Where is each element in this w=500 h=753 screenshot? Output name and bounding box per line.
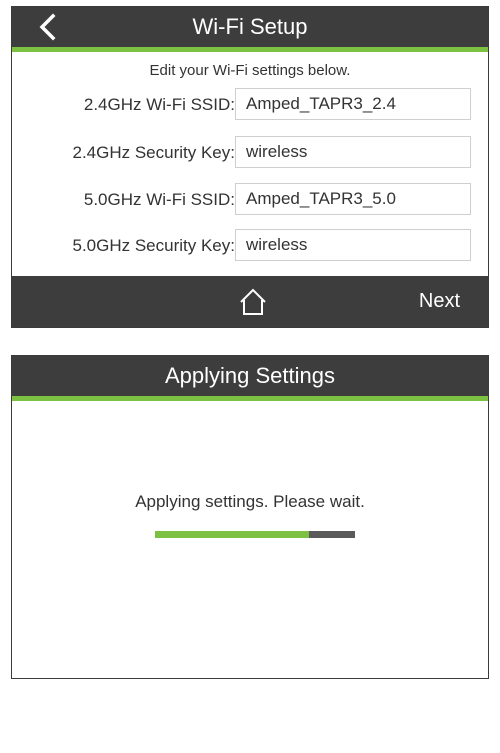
label-50-key: 5.0GHz Security Key: bbox=[72, 236, 235, 255]
input-50-key[interactable] bbox=[235, 229, 471, 261]
wifi-setup-header: Wi-Fi Setup bbox=[12, 7, 488, 52]
home-button[interactable] bbox=[237, 286, 269, 318]
label-24-ssid: 2.4GHz Wi-Fi SSID: bbox=[83, 95, 235, 114]
progress-bar bbox=[155, 531, 355, 538]
status-message: Applying settings. Please wait. bbox=[135, 492, 365, 511]
instructions-text: Edit your Wi-Fi settings below. bbox=[149, 62, 351, 79]
applying-title: Applying Settings bbox=[165, 363, 335, 388]
next-button[interactable]: Next bbox=[419, 276, 460, 327]
form-row-24-key: 2.4GHz Security Key: bbox=[12, 136, 488, 170]
form-row-50-key: 5.0GHz Security Key: bbox=[12, 229, 488, 263]
applying-settings-panel: Applying Settings Applying settings. Ple… bbox=[11, 355, 489, 679]
form-row-24-ssid: 2.4GHz Wi-Fi SSID: bbox=[12, 88, 488, 122]
page-title: Wi-Fi Setup bbox=[192, 14, 308, 39]
input-24-ssid[interactable] bbox=[235, 88, 471, 120]
label-24-key: 2.4GHz Security Key: bbox=[72, 143, 235, 162]
form-row-50-ssid: 5.0GHz Wi-Fi SSID: bbox=[12, 183, 488, 217]
wifi-setup-panel: Wi-Fi Setup Edit your Wi-Fi settings bel… bbox=[11, 6, 489, 328]
home-icon bbox=[240, 288, 266, 315]
input-50-ssid[interactable] bbox=[235, 183, 471, 215]
progress-fill bbox=[155, 531, 309, 538]
applying-header: Applying Settings bbox=[12, 356, 488, 401]
label-50-ssid: 5.0GHz Wi-Fi SSID: bbox=[83, 190, 235, 209]
input-24-key[interactable] bbox=[235, 136, 471, 168]
bottom-nav-bar: Next bbox=[12, 276, 488, 327]
